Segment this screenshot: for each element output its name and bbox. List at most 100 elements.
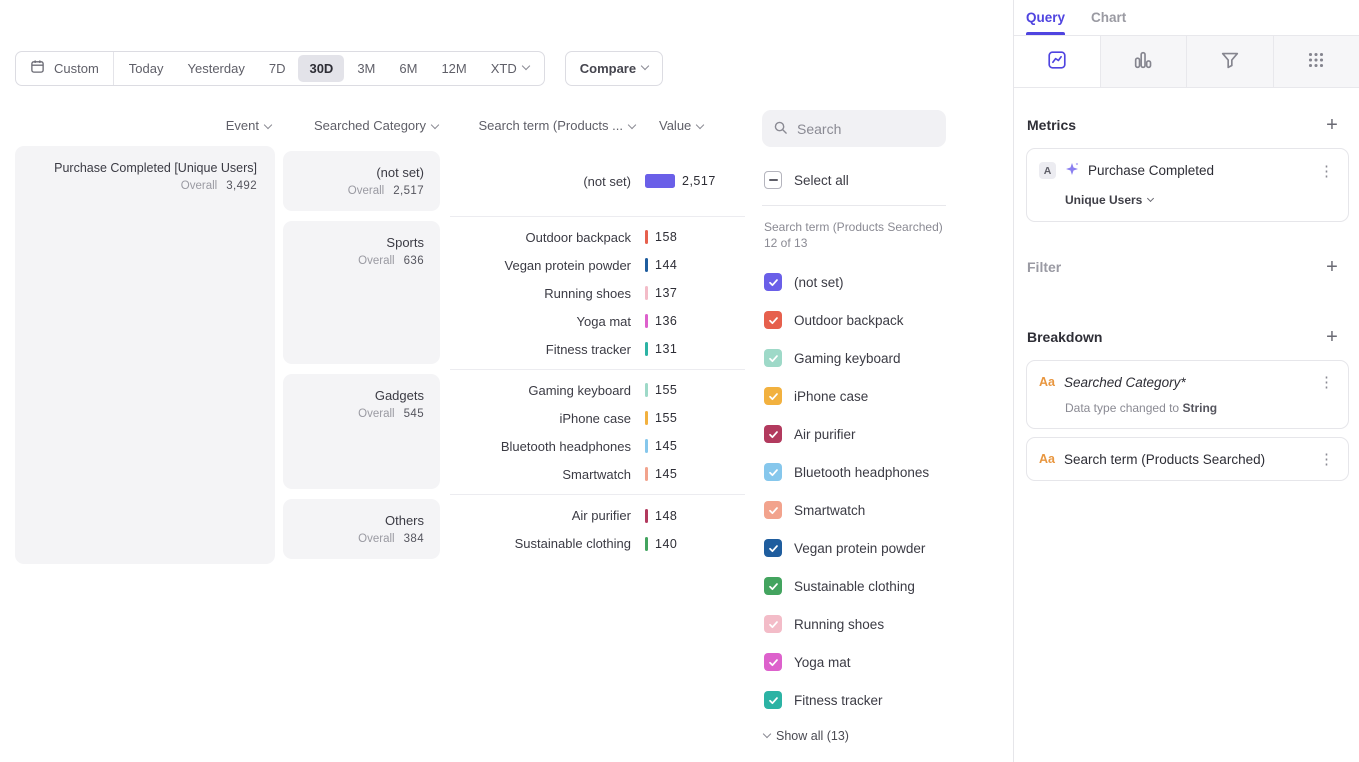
column-header-searched-category[interactable]: Searched Category: [283, 118, 440, 133]
tab-flows[interactable]: [1186, 36, 1273, 87]
custom-date-label: Custom: [54, 61, 99, 76]
column-header-value[interactable]: Value: [645, 118, 745, 133]
term-label: Vegan protein powder: [450, 258, 645, 273]
select-all-row[interactable]: Select all: [764, 168, 944, 192]
add-breakdown-button[interactable]: +: [1321, 326, 1343, 348]
event-cell[interactable]: Purchase Completed [Unique Users] Overal…: [15, 146, 275, 564]
tab-chart[interactable]: Chart: [1091, 0, 1126, 35]
breakdown-card-search-term[interactable]: Aa Search term (Products Searched) ⋮: [1026, 437, 1349, 481]
checkbox-checked-icon[interactable]: [764, 349, 782, 367]
checkbox-checked-icon[interactable]: [764, 273, 782, 291]
checkbox-checked-icon[interactable]: [764, 311, 782, 329]
filter-item[interactable]: Outdoor backpack: [762, 301, 946, 339]
term-row[interactable]: Air purifier148: [450, 502, 745, 530]
value-label: 140: [655, 537, 677, 551]
term-row[interactable]: Gaming keyboard155: [450, 376, 745, 404]
add-filter-button[interactable]: +: [1321, 256, 1343, 278]
metric-menu-button[interactable]: ⋮: [1317, 162, 1336, 180]
category-cell[interactable]: OthersOverall384: [283, 499, 440, 559]
filter-item[interactable]: Fitness tracker: [762, 681, 946, 719]
calendar-icon: [30, 59, 45, 77]
range-today[interactable]: Today: [118, 55, 175, 82]
range-3m[interactable]: 3M: [346, 55, 386, 82]
string-property-icon: Aa: [1039, 452, 1056, 466]
term-row[interactable]: Vegan protein powder144: [450, 251, 745, 279]
data-type-note: Data type changed to String: [1065, 401, 1336, 415]
column-header-search-term[interactable]: Search term (Products ...: [450, 118, 645, 133]
compare-button[interactable]: Compare: [565, 51, 663, 86]
breakdown-menu-button[interactable]: ⋮: [1317, 373, 1336, 391]
filter-item[interactable]: Vegan protein powder: [762, 529, 946, 567]
filter-item[interactable]: Air purifier: [762, 415, 946, 453]
category-cell[interactable]: SportsOverall636: [283, 221, 440, 364]
tab-retention[interactable]: [1273, 36, 1359, 87]
custom-date-button[interactable]: Custom: [16, 52, 114, 85]
column-header-event[interactable]: Event: [15, 118, 275, 133]
date-range-group: Custom TodayYesterday7D30D3M6M12MXTD: [15, 51, 545, 86]
checkbox-checked-icon[interactable]: [764, 615, 782, 633]
range-7d[interactable]: 7D: [258, 55, 297, 82]
query-panel-tabs: Query Chart: [1014, 0, 1359, 35]
filter-item[interactable]: Running shoes: [762, 605, 946, 643]
metric-badge: A: [1039, 162, 1056, 179]
category-cell[interactable]: GadgetsOverall545: [283, 374, 440, 489]
term-row[interactable]: Smartwatch145: [450, 460, 745, 488]
term-row[interactable]: Outdoor backpack158: [450, 223, 745, 251]
filter-item-label: Air purifier: [794, 427, 856, 442]
filter-item[interactable]: iPhone case: [762, 377, 946, 415]
checkbox-checked-icon[interactable]: [764, 539, 782, 557]
show-all-button[interactable]: Show all (13): [764, 729, 946, 743]
add-metric-button[interactable]: +: [1321, 114, 1343, 136]
checkbox-checked-icon[interactable]: [764, 691, 782, 709]
term-row[interactable]: Sustainable clothing140: [450, 530, 745, 558]
term-row[interactable]: Bluetooth headphones145: [450, 432, 745, 460]
filter-item[interactable]: Sustainable clothing: [762, 567, 946, 605]
checkbox-checked-icon[interactable]: [764, 653, 782, 671]
filter-item[interactable]: Yoga mat: [762, 643, 946, 681]
metric-card[interactable]: A Purchase Completed ⋮ Unique Users: [1026, 148, 1349, 222]
filter-item[interactable]: Gaming keyboard: [762, 339, 946, 377]
term-label: Running shoes: [450, 286, 645, 301]
breakdown-section-header: Breakdown +: [1014, 326, 1359, 348]
value-label: 137: [655, 286, 677, 300]
range-30d[interactable]: 30D: [298, 55, 344, 82]
checkbox-checked-icon[interactable]: [764, 463, 782, 481]
metrics-title: Metrics: [1027, 117, 1076, 133]
range-12m[interactable]: 12M: [430, 55, 477, 82]
divider: [762, 205, 946, 206]
breakdown-name: Search term (Products Searched): [1064, 452, 1309, 467]
term-row[interactable]: Fitness tracker131: [450, 335, 745, 363]
tab-query[interactable]: Query: [1026, 0, 1065, 35]
chevron-down-icon: [264, 120, 272, 128]
checkbox-checked-icon[interactable]: [764, 577, 782, 595]
search-input[interactable]: [797, 121, 935, 137]
tab-insights[interactable]: [1014, 36, 1100, 87]
term-label: (not set): [450, 174, 645, 189]
filter-item[interactable]: (not set): [762, 263, 946, 301]
term-row[interactable]: Yoga mat136: [450, 307, 745, 335]
term-row[interactable]: iPhone case155: [450, 404, 745, 432]
checkbox-checked-icon[interactable]: [764, 425, 782, 443]
checkbox-checked-icon[interactable]: [764, 387, 782, 405]
metric-name: Purchase Completed: [1088, 163, 1309, 178]
filter-title: Filter: [1027, 259, 1061, 275]
filter-item[interactable]: Bluetooth headphones: [762, 453, 946, 491]
range-6m[interactable]: 6M: [388, 55, 428, 82]
tab-funnels[interactable]: [1100, 36, 1187, 87]
query-panel: Query Chart: [1013, 0, 1359, 762]
checkbox-checked-icon[interactable]: [764, 501, 782, 519]
search-box[interactable]: [762, 110, 946, 147]
range-xtd[interactable]: XTD: [480, 55, 540, 82]
select-all-checkbox[interactable]: [764, 171, 782, 189]
term-row[interactable]: (not set)2,517: [450, 167, 745, 195]
breakdown-card-searched-category[interactable]: Aa Searched Category* ⋮ Data type change…: [1026, 360, 1349, 429]
value-label: 155: [655, 383, 677, 397]
chevron-down-icon: [641, 62, 649, 70]
filter-item[interactable]: Smartwatch: [762, 491, 946, 529]
range-yesterday[interactable]: Yesterday: [177, 55, 256, 82]
term-row[interactable]: Running shoes 137: [450, 279, 745, 307]
category-cell[interactable]: (not set)Overall2,517: [283, 151, 440, 211]
metric-aggregation-selector[interactable]: Unique Users: [1065, 193, 1336, 207]
line-chart-icon: [1046, 49, 1068, 74]
breakdown-menu-button[interactable]: ⋮: [1317, 450, 1336, 468]
